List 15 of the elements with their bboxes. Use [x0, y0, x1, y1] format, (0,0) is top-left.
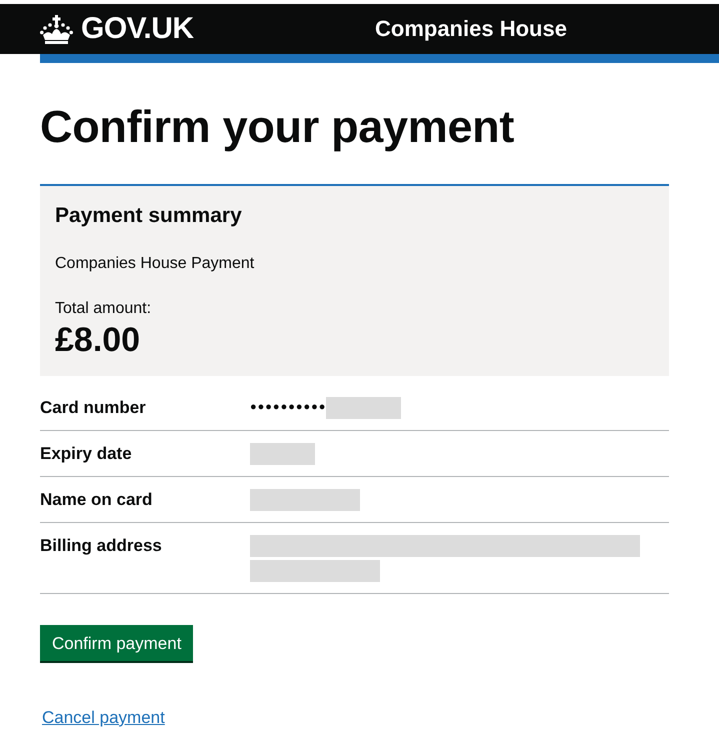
crown-icon — [40, 14, 73, 44]
total-amount-value: £8.00 — [55, 320, 142, 360]
detail-label: Name on card — [40, 489, 154, 511]
confirm-payment-button[interactable]: Confirm payment — [40, 625, 194, 663]
gov-uk-logo-link[interactable]: GOV.UK — [81, 12, 194, 46]
page-heading: Confirm your payment — [40, 100, 516, 154]
masked-card-number: ●●●●●●●●●● — [250, 400, 326, 415]
detail-label: Card number — [40, 397, 147, 419]
detail-label: Billing address — [40, 535, 163, 557]
detail-label: Expiry date — [40, 443, 133, 465]
payment-description: Companies House Payment — [55, 254, 256, 274]
total-amount-label: Total amount: — [55, 299, 152, 319]
service-name-link[interactable]: Companies House — [375, 15, 567, 43]
cancel-payment-link[interactable]: Cancel payment — [42, 708, 165, 727]
summary-title: Payment summary — [55, 203, 243, 229]
